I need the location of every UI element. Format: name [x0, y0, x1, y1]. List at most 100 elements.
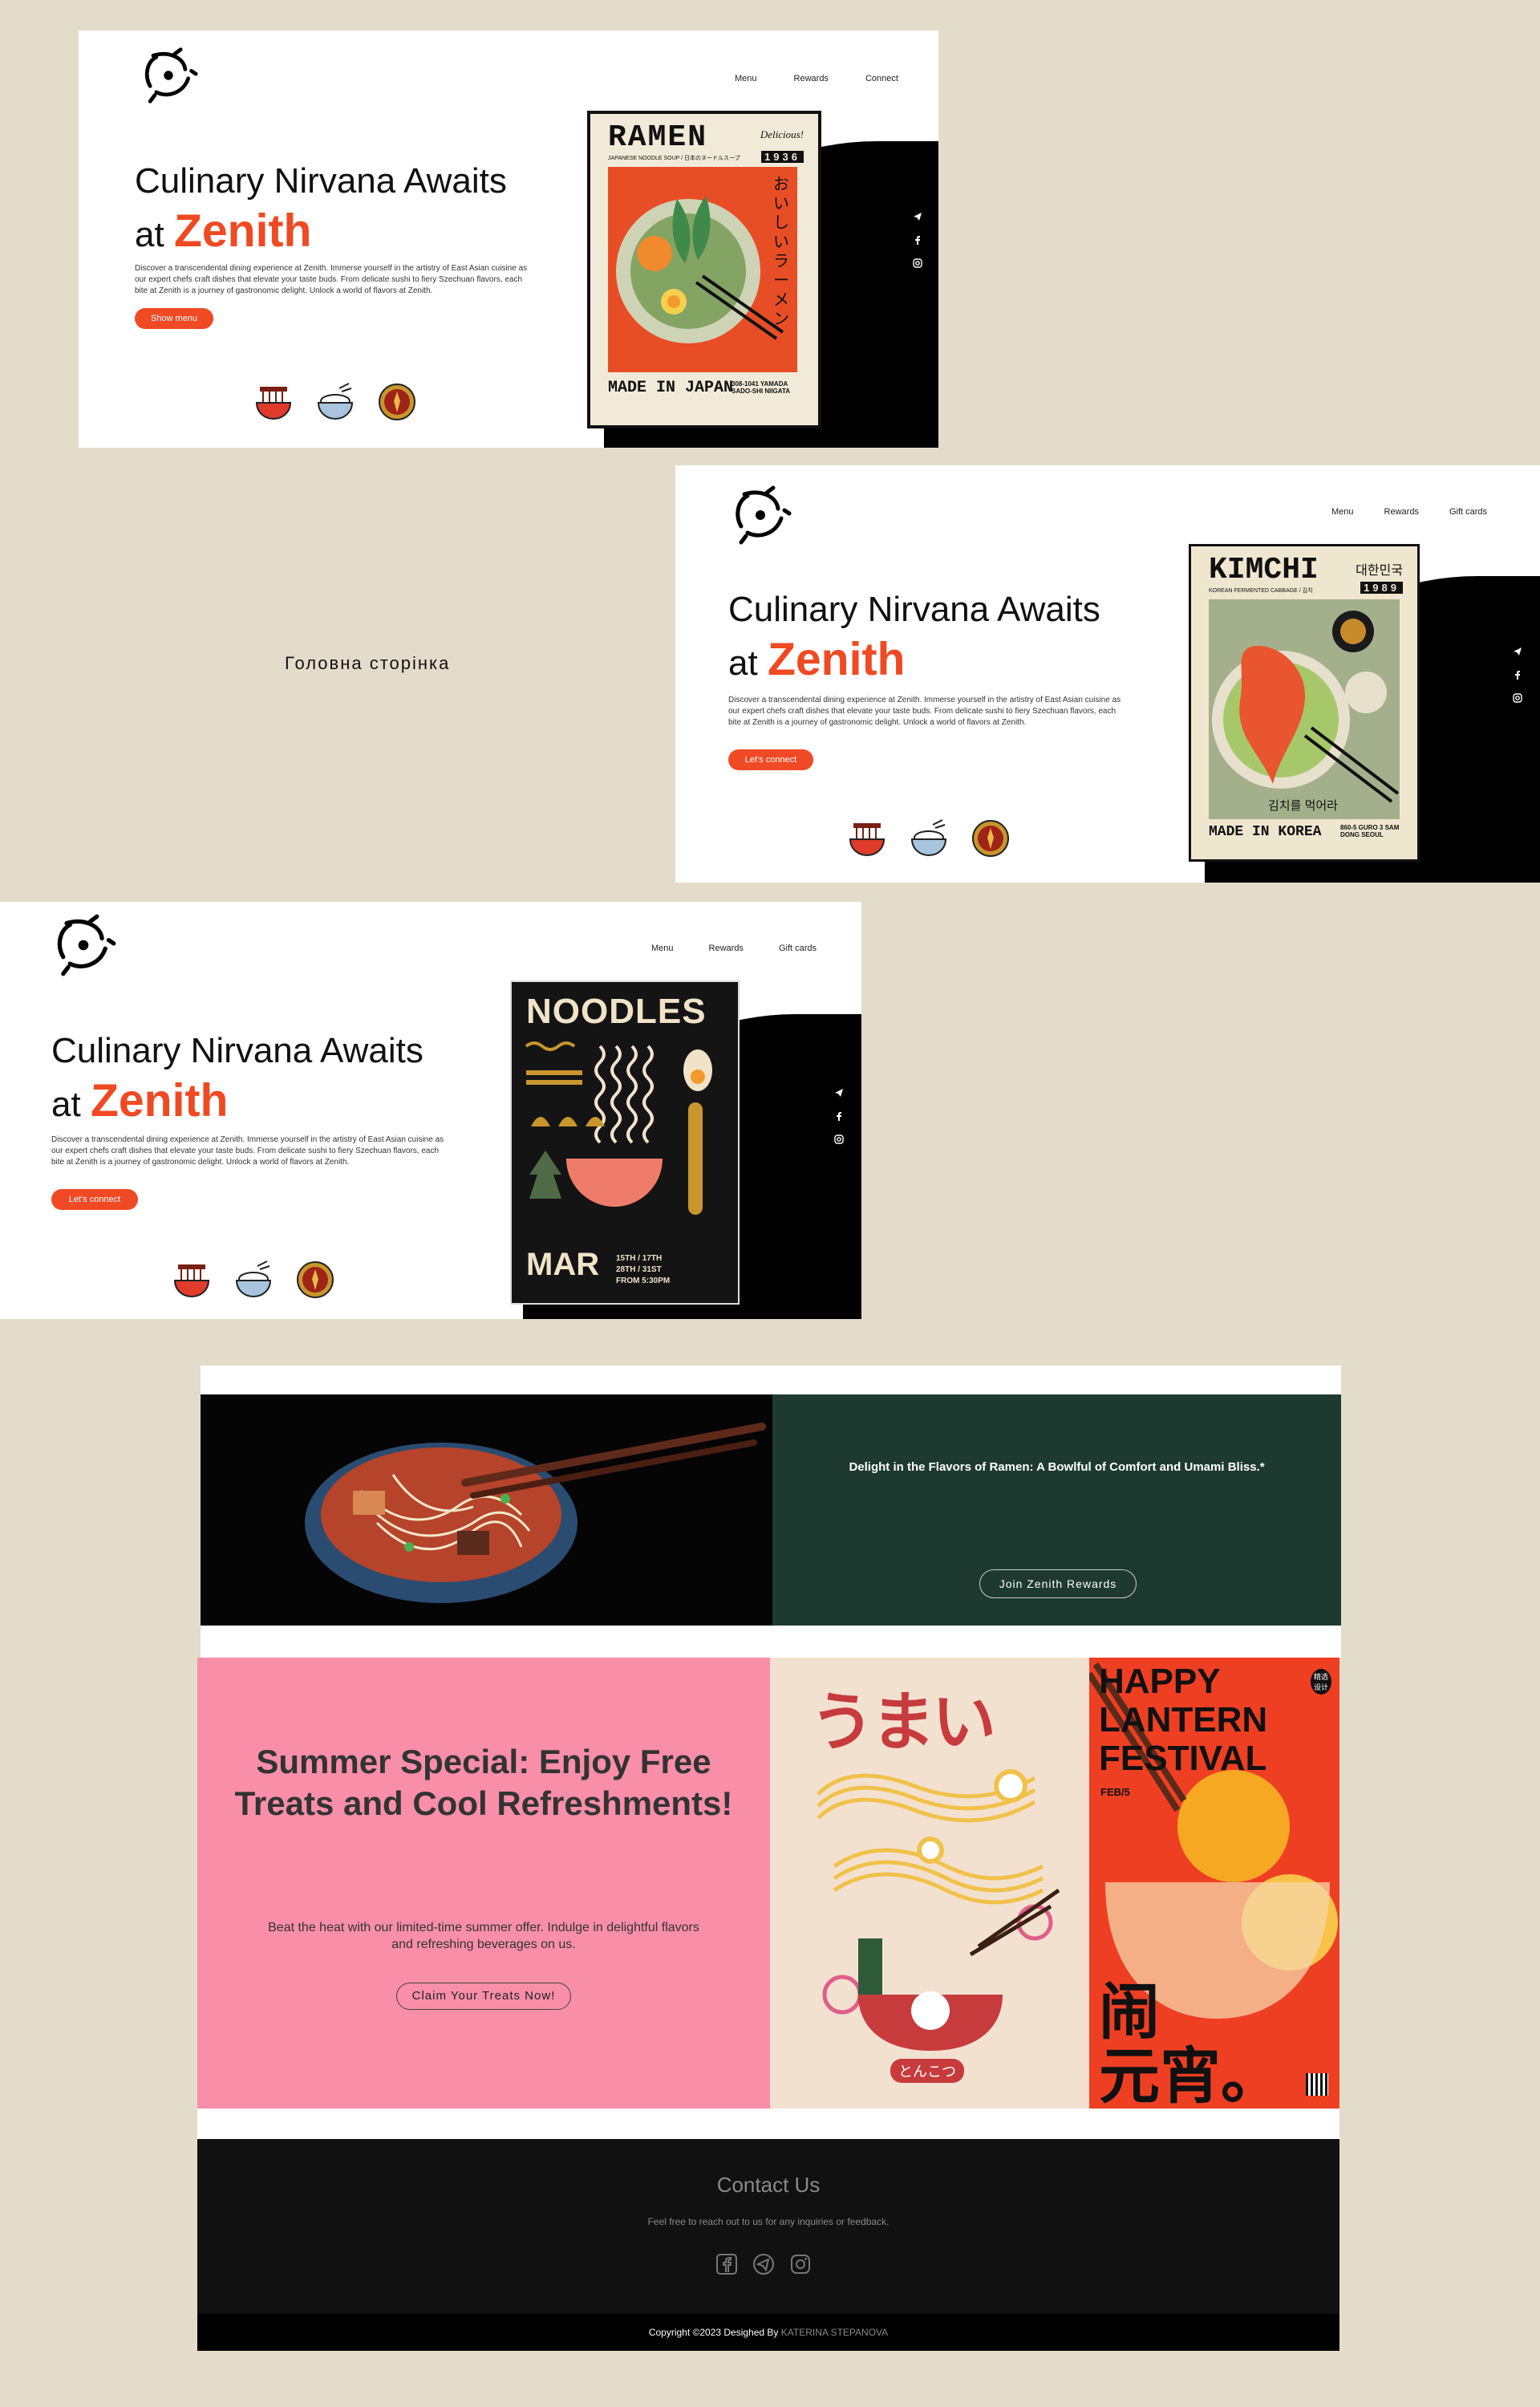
instagram-icon[interactable]: [789, 2253, 812, 2275]
lantern-festival-poster: HAPPY LANTERN FESTIVAL 精选 设计 FEB/5 闹 元宵。: [1089, 1658, 1339, 2109]
hero-title-line1: Culinary Nirvana Awaits: [728, 590, 1100, 629]
emblem-icon: [972, 820, 1009, 857]
rice-bowl-icon: [235, 1260, 272, 1298]
ramen-poster-footer: MADE IN JAPAN: [608, 379, 734, 397]
ramen-promo-panel: Delight in the Flavors of Ramen: A Bowlf…: [772, 1394, 1341, 1626]
lets-connect-button[interactable]: Let's connect: [51, 1189, 138, 1210]
claim-treats-button[interactable]: Claim Your Treats Now!: [396, 1983, 571, 2010]
summer-special-panel: Summer Special: Enjoy Free Treats and Co…: [197, 1658, 770, 2109]
lantern-title-line2: LANTERN: [1099, 1700, 1268, 1739]
ramen-bowl-icon: [173, 1264, 210, 1298]
ramen-poster-subtitle: JAPANESE NOODLE SOUP / 日本のヌードルスープ: [608, 156, 740, 161]
facebook-icon[interactable]: [715, 2253, 738, 2275]
telegram-icon[interactable]: [834, 1088, 844, 1098]
lantern-title: HAPPY LANTERN FESTIVAL: [1099, 1662, 1267, 1778]
kimchi-poster: KIMCHI 대한민국 1989 KOREAN FERMENTED CABBAG…: [1189, 544, 1420, 862]
lets-connect-button[interactable]: Let's connect: [728, 749, 813, 770]
ramen-bowl-icon: [849, 823, 886, 857]
umai-label: とんこつ: [890, 2059, 964, 2083]
summer-title-line1: Summer Special: Enjoy Free: [256, 1743, 711, 1780]
nav-gift-cards[interactable]: Gift cards: [1449, 507, 1487, 517]
brand-logo[interactable]: [728, 483, 792, 551]
social-links: [834, 1088, 844, 1144]
hero-title-brand: Zenith: [767, 634, 906, 685]
hero-title: Culinary Nirvana Awaits at Zenith: [51, 1029, 424, 1130]
umai-poster: うまい とんこつ: [770, 1658, 1089, 2109]
hero-title-line1: Culinary Nirvana Awaits: [135, 161, 507, 201]
nav-rewards[interactable]: Rewards: [1384, 507, 1419, 517]
ramen-bowl-icon: [255, 387, 292, 420]
noodles-poster-month: MAR: [526, 1247, 600, 1282]
nav-rewards[interactable]: Rewards: [709, 944, 744, 953]
ramen-poster-title: RAMEN: [608, 120, 708, 155]
mockup-1: Menu Rewards Connect Culinary Nirvana Aw…: [79, 30, 938, 448]
ramen-poster: RAMEN Delicious! 1936 JAPANESE NOODLE SO…: [587, 111, 821, 428]
show-menu-button[interactable]: Show menu: [135, 308, 213, 329]
kimchi-poster-country: 대한민국: [1356, 564, 1403, 578]
contact-social-links: [715, 2253, 812, 2275]
ramen-promo-headline: Delight in the Flavors of Ramen: A Bowlf…: [849, 1460, 1265, 1474]
telegram-icon[interactable]: [913, 212, 922, 221]
social-links: [1513, 647, 1522, 703]
top-nav: Menu Rewards Connect: [735, 74, 898, 83]
ramen-poster-japanese: おいしいラーメン: [773, 176, 789, 328]
instagram-icon[interactable]: [913, 258, 922, 268]
kimchi-poster-korean: 김치를 먹어라: [1268, 799, 1338, 813]
nav-rewards[interactable]: Rewards: [794, 74, 829, 83]
lantern-title-line1: HAPPY: [1099, 1662, 1221, 1701]
kimchi-poster-title: KIMCHI: [1209, 553, 1319, 587]
noodles-poster-dates: 15TH / 17TH 28TH / 31ST FROM 5:30PM: [616, 1254, 671, 1285]
kimchi-poster-art: 김치를 먹어라: [1209, 599, 1400, 819]
facebook-icon[interactable]: [834, 1111, 844, 1121]
social-links: [913, 212, 922, 268]
summer-body-line1: Beat the heat with our limited-time summ…: [268, 1921, 699, 1934]
hero-title-brand: Zenith: [90, 1075, 229, 1126]
hero-description: Discover a transcendental dining experie…: [728, 696, 1121, 727]
instagram-icon[interactable]: [834, 1134, 844, 1144]
join-rewards-button[interactable]: Join Zenith Rewards: [979, 1569, 1137, 1598]
nav-gift-cards[interactable]: Gift cards: [779, 944, 817, 953]
kimchi-poster-subtitle: KOREAN FERMENTED CABBAGE / 김치: [1209, 588, 1313, 594]
telegram-icon[interactable]: [752, 2253, 775, 2275]
nav-menu[interactable]: Menu: [1331, 507, 1354, 517]
noodles-poster-title: NOODLES: [526, 992, 707, 1031]
emblem-icon: [379, 384, 415, 420]
emblem-icon: [297, 1261, 334, 1298]
hero-description: Discover a transcendental dining experie…: [51, 1135, 444, 1167]
hero-title-at: at: [135, 215, 164, 254]
contact-title: Contact Us: [716, 2173, 821, 2197]
brand-logo[interactable]: [138, 45, 199, 110]
nav-connect[interactable]: Connect: [865, 74, 898, 83]
noodles-poster: NOODLES MAR 15TH / 17TH 28TH / 31ST FROM…: [510, 980, 740, 1305]
brand-logo[interactable]: [50, 911, 117, 983]
page-caption: Головна сторінка: [285, 653, 451, 673]
hero-title-line1: Culinary Nirvana Awaits: [51, 1031, 424, 1070]
ramen-poster-script: Delicious!: [760, 128, 804, 140]
mockup-3: Menu Rewards Gift cards Culinary Nirvana…: [0, 902, 861, 1319]
ramen-poster-art: おいしいラーメン: [608, 167, 797, 372]
facebook-icon[interactable]: [1513, 670, 1522, 680]
top-nav: Menu Rewards Gift cards: [1331, 507, 1487, 517]
summer-title-line2: Treats and Cool Refreshments!: [234, 1784, 733, 1822]
lantern-title-line3: FESTIVAL: [1099, 1739, 1267, 1778]
telegram-icon[interactable]: [1513, 647, 1522, 656]
copyright-author[interactable]: KATERINA STEPANOVA: [781, 2327, 888, 2338]
dish-icons: [172, 1260, 335, 1300]
facebook-icon[interactable]: [913, 235, 922, 245]
dish-icons: [847, 818, 1011, 858]
lantern-zh-bottom: 元宵。: [1099, 2043, 1282, 2109]
ramen-poster-year: 1936: [761, 151, 804, 163]
copyright-bar: Copyright ©2023 Desighed By KATERINA STE…: [197, 2314, 1339, 2351]
section-spacer-mid: [201, 1626, 1341, 1658]
contact-section: Contact Us Feel free to reach out to us …: [197, 2139, 1339, 2314]
nav-menu[interactable]: Menu: [651, 944, 674, 953]
kimchi-poster-footer: MADE IN KOREA: [1209, 824, 1322, 840]
rice-bowl-icon: [317, 383, 354, 420]
rice-bowl-icon: [910, 819, 947, 857]
hero-title-brand: Zenith: [173, 205, 312, 257]
qr-code-icon: [1306, 2073, 1328, 2096]
nav-menu[interactable]: Menu: [735, 74, 757, 83]
instagram-icon[interactable]: [1513, 693, 1522, 703]
noodles-poster-art: [525, 1041, 712, 1215]
hero-description: Discover a transcendental dining experie…: [135, 264, 528, 295]
